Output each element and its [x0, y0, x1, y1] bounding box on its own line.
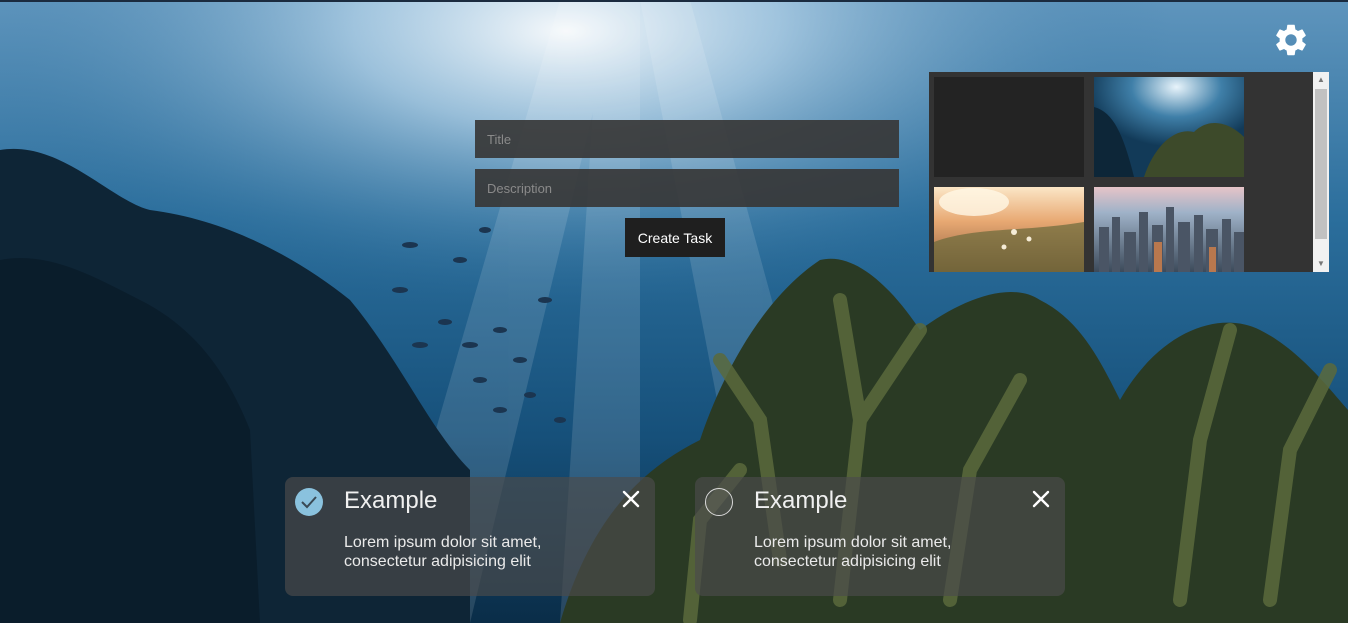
task-complete-toggle[interactable] [705, 488, 733, 516]
window-top-edge [0, 0, 1348, 2]
background-picker [929, 72, 1329, 272]
description-input[interactable] [475, 169, 899, 207]
scroll-down-arrow-icon[interactable]: ▼ [1313, 256, 1329, 272]
task-title: Example [344, 487, 438, 514]
task-description: Lorem ipsum dolor sit amet, consectetur … [754, 534, 952, 570]
scrollbar-thumb[interactable] [1315, 89, 1327, 239]
task-complete-toggle[interactable] [295, 488, 323, 516]
background-thumbnail-blank[interactable] [934, 77, 1084, 177]
title-input[interactable] [475, 120, 899, 158]
picker-scrollbar[interactable]: ▲ ▼ [1313, 72, 1329, 272]
checkmark-icon [301, 496, 317, 509]
task-card: Example Lorem ipsum dolor sit amet, cons… [695, 477, 1065, 596]
gear-icon[interactable] [1272, 21, 1310, 59]
task-description: Lorem ipsum dolor sit amet, consectetur … [344, 534, 542, 570]
task-card: Example Lorem ipsum dolor sit amet, cons… [285, 477, 655, 596]
background-thumbnail-city[interactable] [1094, 187, 1244, 272]
close-icon[interactable] [1031, 489, 1051, 509]
task-title: Example [754, 487, 848, 514]
background-thumbnail-underwater[interactable] [1094, 77, 1244, 177]
create-task-button[interactable]: Create Task [625, 218, 725, 257]
scroll-up-arrow-icon[interactable]: ▲ [1313, 72, 1329, 88]
close-icon[interactable] [621, 489, 641, 509]
background-thumbnail-flowers[interactable] [934, 187, 1084, 272]
